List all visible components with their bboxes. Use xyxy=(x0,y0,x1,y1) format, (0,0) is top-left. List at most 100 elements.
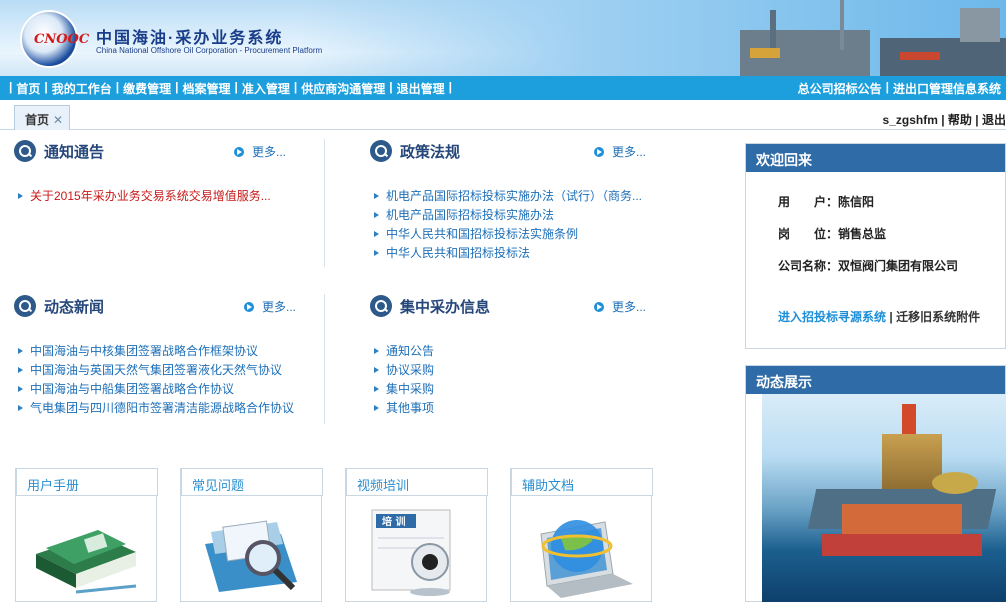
list-item[interactable]: 中国海油与中核集团签署战略合作框架协议 xyxy=(16,342,316,361)
list-item[interactable]: 中国海油与英国天然气集团签署液化天然气协议 xyxy=(16,361,316,380)
panel-title: 通知通告 xyxy=(44,143,105,161)
arrow-right-icon xyxy=(594,301,604,312)
panel-title: 动态新闻 xyxy=(44,298,105,316)
laptop-globe-icon xyxy=(540,520,633,598)
arrow-right-icon xyxy=(244,301,254,312)
help-link[interactable]: 帮助 xyxy=(948,113,972,127)
more-label: 更多... xyxy=(612,300,647,314)
sourcing-system-link[interactable]: 进入招投标寻源系统 xyxy=(778,310,886,324)
oil-platform-image[interactable]: 123456 xyxy=(762,394,1006,602)
post-label: 岗 位： xyxy=(778,227,839,241)
arrow-right-icon xyxy=(594,146,604,157)
platform-pontoon xyxy=(822,534,982,556)
more-link[interactable]: 更多... xyxy=(594,143,646,160)
nav-item[interactable]: 准入管理 xyxy=(239,80,293,97)
rig-mast xyxy=(770,10,776,50)
panel-title: 集中采办信息 xyxy=(400,298,491,316)
company-value: 双恒阀门集团有限公司 xyxy=(838,259,959,273)
migrate-attachments-link[interactable]: 迁移旧系统附件 xyxy=(896,310,980,324)
nav-item[interactable]: 我的工作台 xyxy=(49,80,115,97)
notice-list: 关于2015年采办业务交易系统交易增值服务... xyxy=(16,187,316,206)
platform-helipad xyxy=(932,472,978,494)
header-banner: CNOOC 中国海油·采办业务系统 China National Offshor… xyxy=(0,0,1006,76)
tile-aux-docs[interactable]: 辅助文档 xyxy=(510,468,653,602)
main-nav: | 首页 | 我的工作台 | 缴费管理 | 档案管理 | 准入管理 | 供应商沟通管理 | 退出管理 | 总… xyxy=(0,76,1006,100)
post-value: 销售总监 xyxy=(838,227,887,241)
panel-news: 动态新闻 更多... 中国海油与中核集团签署战略合作框架协议 中国海油与英国天然气… xyxy=(14,294,314,424)
divider xyxy=(324,294,325,424)
showcase-title: 动态展示 xyxy=(746,366,1005,394)
tile-title: 常见问题 xyxy=(181,468,323,496)
user-bar: s_zgshfm | 帮助 | 退出 xyxy=(883,111,1006,128)
list-item[interactable]: 其他事项 xyxy=(372,399,662,418)
book-icon xyxy=(36,530,137,594)
platform-structure xyxy=(842,504,962,534)
company-row: 公司名称：双恒阀门集团有限公司 xyxy=(778,257,958,274)
tile-title: 视频培训 xyxy=(346,468,488,496)
search-icon xyxy=(370,295,392,317)
welcome-panel: 欢迎回来 用 户：陈信阳 岗 位：销售总监 公司名称：双恒阀门集团有限公司 进入… xyxy=(745,143,1006,349)
folder-magnifier-icon xyxy=(205,520,297,592)
list-item[interactable]: 关于2015年采办业务交易系统交易增值服务... xyxy=(16,187,316,206)
search-icon xyxy=(14,140,36,162)
arrow-right-icon xyxy=(234,146,244,157)
nav-item[interactable]: 档案管理 xyxy=(179,80,233,97)
post-row: 岗 位：销售总监 xyxy=(778,225,886,242)
list-item[interactable]: 中华人民共和国招标投标法 xyxy=(372,244,662,263)
policy-list: 机电产品国际招标投标实施办法（试行）（商务... 机电产品国际招标投标实施办法 中华… xyxy=(372,187,662,269)
user-label: 用 户： xyxy=(778,195,839,209)
site-title: 中国海油·采办业务系统 xyxy=(96,30,284,47)
nav-item-right[interactable]: 进出口管理信息系统 xyxy=(890,80,1004,97)
nav-item-right[interactable]: 总公司招标公告 xyxy=(795,80,885,97)
rig-crane xyxy=(840,0,844,50)
more-label: 更多... xyxy=(252,145,287,159)
more-link[interactable]: 更多... xyxy=(234,143,286,160)
rig-platform xyxy=(880,38,1006,76)
panel-central: 集中采办信息 更多... 通知公告 协议采购 集中采购 其他事项 xyxy=(370,294,670,424)
list-item[interactable]: 协议采购 xyxy=(372,361,662,380)
more-label: 更多... xyxy=(262,300,297,314)
list-item[interactable]: 机电产品国际招标投标实施办法（试行）（商务... xyxy=(372,187,662,206)
tile-faq[interactable]: 常见问题 xyxy=(180,468,323,602)
logout-link[interactable]: 退出 xyxy=(982,113,1006,127)
separator: | xyxy=(448,80,452,94)
list-item[interactable]: 中华人民共和国招标投标法实施条例 xyxy=(372,225,662,244)
tile-video-training[interactable]: 视频培训 培 训 xyxy=(345,468,488,602)
panel-policy: 政策法规 更多... 机电产品国际招标投标实施办法（试行）（商务... 机电产品国… xyxy=(370,139,670,269)
user-row: 用 户：陈信阳 xyxy=(778,193,874,210)
more-label: 更多... xyxy=(612,145,647,159)
tile-training-label: 培 训 xyxy=(382,515,405,528)
showcase-panel: 动态展示 123456 xyxy=(745,365,1006,602)
tile-title: 用户手册 xyxy=(16,468,158,496)
tile-user-manual[interactable]: 用户手册 xyxy=(15,468,158,602)
central-list: 通知公告 协议采购 集中采购 其他事项 xyxy=(372,342,662,418)
tab-home-label: 首页 xyxy=(25,113,50,127)
search-icon xyxy=(14,295,36,317)
welcome-links: 进入招投标寻源系统 | 迁移旧系统附件 xyxy=(778,308,980,325)
tab-strip: 首页 ✕ s_zgshfm | 帮助 | 退出 xyxy=(0,100,1006,130)
separator: | xyxy=(975,113,982,127)
nav-item[interactable]: 供应商沟通管理 xyxy=(298,80,388,97)
divider xyxy=(324,139,325,267)
list-item[interactable]: 通知公告 xyxy=(372,342,662,361)
username: s_zgshfm xyxy=(882,113,938,127)
list-item[interactable]: 机电产品国际招标投标实施办法 xyxy=(372,206,662,225)
nav-item[interactable]: 缴费管理 xyxy=(120,80,174,97)
tile-title: 辅助文档 xyxy=(511,468,653,496)
more-link[interactable]: 更多... xyxy=(244,298,296,315)
more-link[interactable]: 更多... xyxy=(594,298,646,315)
nav-item[interactable]: 退出管理 xyxy=(394,80,448,97)
rig-ship xyxy=(900,52,940,60)
company-label: 公司名称： xyxy=(778,259,839,273)
separator: | xyxy=(941,113,948,127)
welcome-title: 欢迎回来 xyxy=(746,144,1005,172)
tab-home[interactable]: 首页 ✕ xyxy=(14,105,70,130)
search-icon xyxy=(370,140,392,162)
list-item[interactable]: 集中采购 xyxy=(372,380,662,399)
close-icon[interactable]: ✕ xyxy=(53,113,63,127)
rig-tower xyxy=(960,8,1000,42)
nav-item[interactable]: 首页 xyxy=(13,80,43,97)
news-list: 中国海油与中核集团签署战略合作框架协议 中国海油与英国天然气集团签署液化天然气协议… xyxy=(16,342,316,418)
list-item[interactable]: 中国海油与中船集团签署战略合作协议 xyxy=(16,380,316,399)
list-item[interactable]: 气电集团与四川德阳市签署清洁能源战略合作协议 xyxy=(16,399,316,418)
